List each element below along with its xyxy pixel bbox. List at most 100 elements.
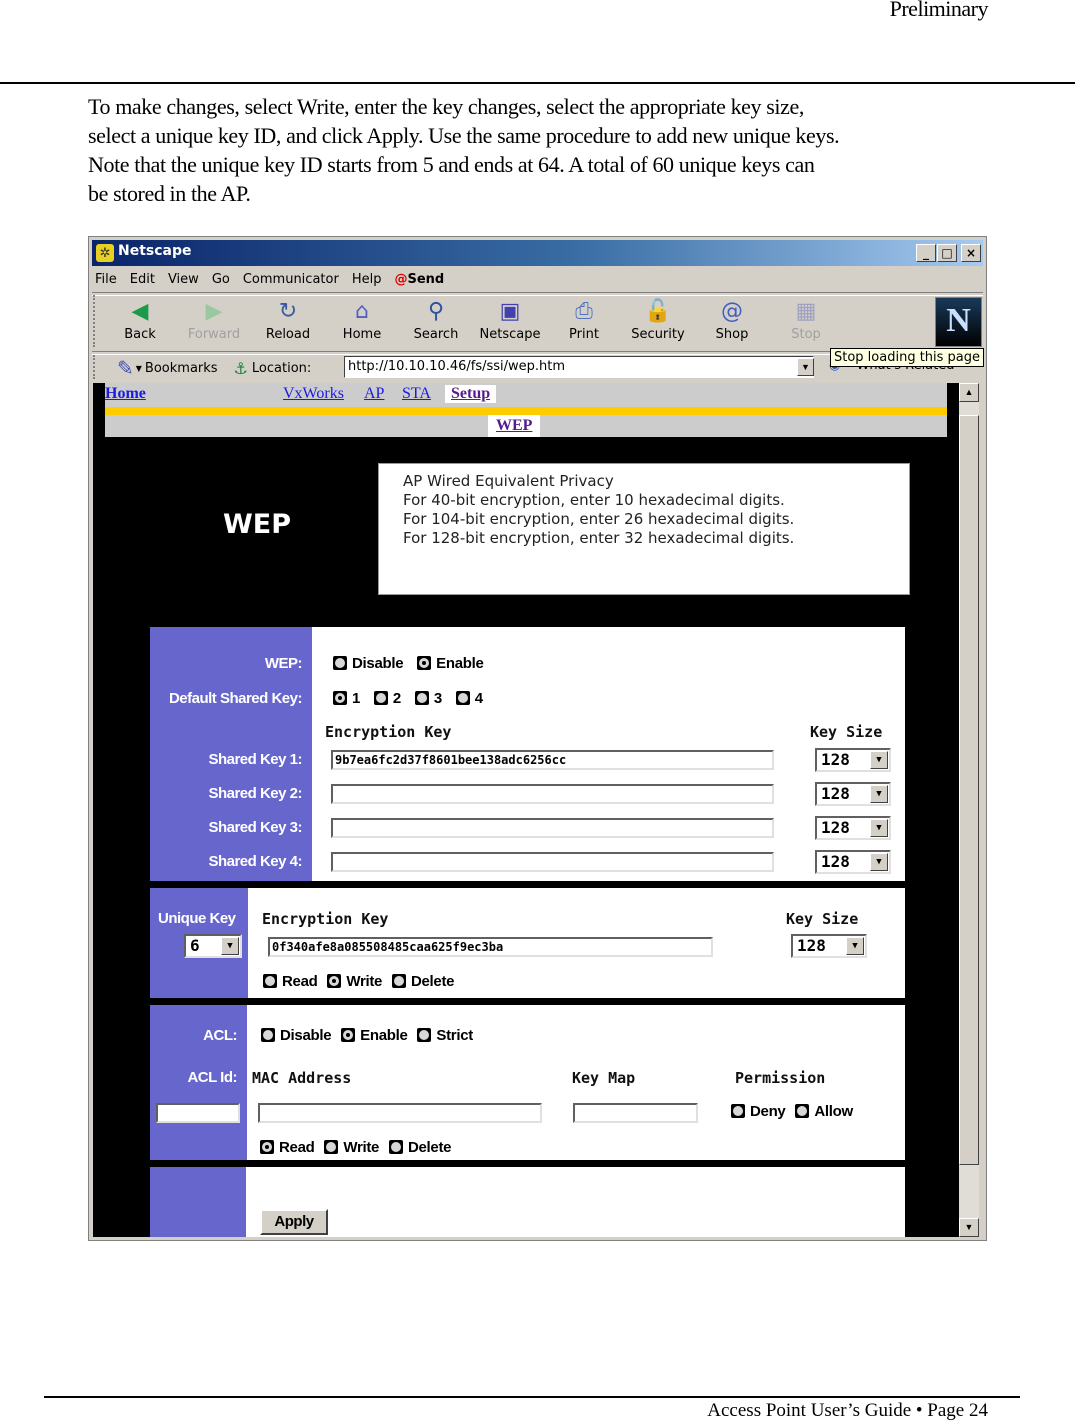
radio-checked-icon xyxy=(327,974,342,988)
send-button[interactable]: @Send xyxy=(394,272,457,287)
shared-key-1-size-select[interactable]: 128 ▼ xyxy=(815,748,891,772)
location-url-input[interactable]: http://10.10.10.46/fs/ssi/wep.htm xyxy=(344,356,814,378)
nav-sta-link[interactable]: STA xyxy=(402,385,431,403)
netscape-n-logo[interactable]: N xyxy=(935,297,982,347)
acl-write-radio[interactable]: Write xyxy=(324,1139,379,1156)
radio-icon xyxy=(388,1140,403,1154)
location-toolbar: ✎ ▼ Bookmarks ⚓ Location: xyxy=(103,355,311,381)
menu-go[interactable]: Go xyxy=(212,272,230,287)
unique-delete-radio[interactable]: Delete xyxy=(391,973,455,990)
back-icon: ◀ xyxy=(131,299,149,324)
acl-enable-radio[interactable]: Enable xyxy=(341,1027,408,1044)
unique-key-size-select[interactable]: 128 ▼ xyxy=(791,934,867,958)
toolbar-netscape-button[interactable]: ▣ Netscape xyxy=(473,295,547,351)
print-icon: ⎙ xyxy=(575,299,593,324)
unique-write-radio[interactable]: Write xyxy=(327,973,382,990)
default-key-2-radio[interactable]: 2 xyxy=(373,690,401,707)
radio-checked-icon xyxy=(333,691,347,705)
toolbar-forward-button[interactable]: ▶ Forward xyxy=(177,295,251,351)
bookmarks-icon: ✎ xyxy=(117,356,134,380)
dropdown-arrow-icon: ▼ xyxy=(870,819,888,837)
toolbar-security-button[interactable]: 🔓 Security xyxy=(621,295,695,351)
navigation-toolbar: ◀ Back ▶ Forward ↻ Reload ⌂ Home ⚲ Search ▣ Netscap… xyxy=(103,295,843,351)
menu-edit[interactable]: Edit xyxy=(130,272,155,287)
nav-ap-link[interactable]: AP xyxy=(364,385,384,403)
toolbar-shop-button[interactable]: @ Shop xyxy=(695,295,769,351)
page-footer: Access Point User’s Guide • Page 24 xyxy=(707,1400,988,1421)
apply-button[interactable]: Apply xyxy=(260,1209,328,1235)
vertical-scrollbar[interactable]: ▲ ▼ xyxy=(959,383,979,1237)
shared-key-1-input[interactable]: 9b7ea6fc2d37f8601bee138adc6256cc xyxy=(331,750,774,770)
shared-key-2-size-select[interactable]: 128 ▼ xyxy=(815,782,891,806)
toolbar-reload-button[interactable]: ↻ Reload xyxy=(251,295,325,351)
radio-icon xyxy=(263,974,277,988)
toolbar-button-label: Stop xyxy=(791,327,821,342)
toolbar-grip[interactable] xyxy=(93,295,101,347)
nav-setup-link[interactable]: Setup xyxy=(445,385,497,403)
location-toolbar-grip[interactable] xyxy=(93,355,101,379)
close-button[interactable]: × xyxy=(961,244,981,262)
acl-disable-radio[interactable]: Disable xyxy=(261,1027,332,1044)
scroll-down-icon[interactable]: ▼ xyxy=(959,1218,979,1237)
nav-vxworks-link[interactable]: VxWorks xyxy=(283,385,344,403)
unique-read-radio[interactable]: Read xyxy=(263,973,318,990)
toolbar-home-button[interactable]: ⌂ Home xyxy=(325,295,399,351)
subnav-wep-link[interactable]: WEP xyxy=(488,415,541,437)
acl-read-radio[interactable]: Read xyxy=(260,1139,315,1156)
shared-key-3-input[interactable] xyxy=(331,818,774,838)
forward-icon: ▶ xyxy=(205,299,223,324)
shared-key-3-size-select[interactable]: 128 ▼ xyxy=(815,816,891,840)
shared-key-3-label: Shared Key 3: xyxy=(208,819,302,836)
encryption-key-header: Encryption Key xyxy=(325,723,452,741)
permission-deny-radio[interactable]: Deny xyxy=(731,1103,786,1120)
toolbar-button-label: Back xyxy=(124,327,156,342)
key-map-input[interactable] xyxy=(573,1103,698,1123)
unique-key-input[interactable]: 0f340afe8a085508485caa625f9ec3ba xyxy=(268,937,713,957)
default-key-3-radio[interactable]: 3 xyxy=(414,690,442,707)
toolbar-stop-button[interactable]: ▦ Stop xyxy=(769,295,843,351)
menu-communicator[interactable]: Communicator xyxy=(243,272,339,287)
nav-home-link[interactable]: Home xyxy=(105,385,146,403)
panel-label-column xyxy=(150,1167,246,1237)
unique-key-id-select[interactable]: 6 ▼ xyxy=(184,934,242,958)
unique-key-panel: Unique Key 6 ▼ Encryption Key Key Size 0f… xyxy=(150,888,905,998)
info-line: For 40-bit encryption, enter 10 hexadeci… xyxy=(403,491,785,509)
scrollbar-thumb[interactable] xyxy=(959,415,979,1165)
acl-panel: ACL: Disable Enable Strict ACL Id: MAC A… xyxy=(150,1005,905,1160)
shared-key-2-input[interactable] xyxy=(331,784,774,804)
title-bar: ✲ Netscape _ □ × xyxy=(92,240,983,266)
mac-address-input[interactable] xyxy=(258,1103,542,1123)
shared-key-4-input[interactable] xyxy=(331,852,774,872)
header-rule xyxy=(0,82,1075,84)
maximize-button[interactable]: □ xyxy=(937,244,957,262)
location-dropdown-icon[interactable]: ▼ xyxy=(797,358,814,376)
permission-allow-radio[interactable]: Allow xyxy=(795,1103,853,1120)
acl-delete-radio[interactable]: Delete xyxy=(388,1139,452,1156)
shared-key-4-label: Shared Key 4: xyxy=(208,853,302,870)
intro-line: select a unique key ID, and click Apply.… xyxy=(88,123,840,148)
stop-tooltip: Stop loading this page xyxy=(830,348,985,367)
toolbar-button-label: Reload xyxy=(265,327,311,342)
scroll-up-icon[interactable]: ▲ xyxy=(959,383,979,402)
wep-disable-radio[interactable]: Disable xyxy=(333,655,404,672)
wep-enable-radio[interactable]: Enable xyxy=(417,655,484,672)
menu-help[interactable]: Help xyxy=(352,272,382,287)
minimize-button[interactable]: _ xyxy=(916,244,936,262)
radio-icon xyxy=(731,1104,745,1118)
menu-file[interactable]: File xyxy=(95,272,117,287)
toolbar-search-button[interactable]: ⚲ Search xyxy=(399,295,473,351)
netscape-app-icon: ✲ xyxy=(96,244,114,262)
toolbar-back-button[interactable]: ◀ Back xyxy=(103,295,177,351)
default-key-4-radio[interactable]: 4 xyxy=(455,690,483,707)
acl-id-input[interactable] xyxy=(156,1103,240,1123)
acl-strict-radio[interactable]: Strict xyxy=(417,1027,473,1044)
sub-nav: WEP xyxy=(105,415,947,437)
toolbar-print-button[interactable]: ⎙ Print xyxy=(547,295,621,351)
bookmarks-button[interactable]: Bookmarks xyxy=(145,361,218,376)
radio-icon xyxy=(373,691,388,705)
default-key-1-radio[interactable]: 1 xyxy=(333,690,360,707)
dropdown-arrow-icon: ▼ xyxy=(221,937,239,955)
shared-key-4-size-select[interactable]: 128 ▼ xyxy=(815,850,891,874)
dropdown-arrow-icon: ▼ xyxy=(870,751,888,769)
menu-view[interactable]: View xyxy=(168,272,199,287)
